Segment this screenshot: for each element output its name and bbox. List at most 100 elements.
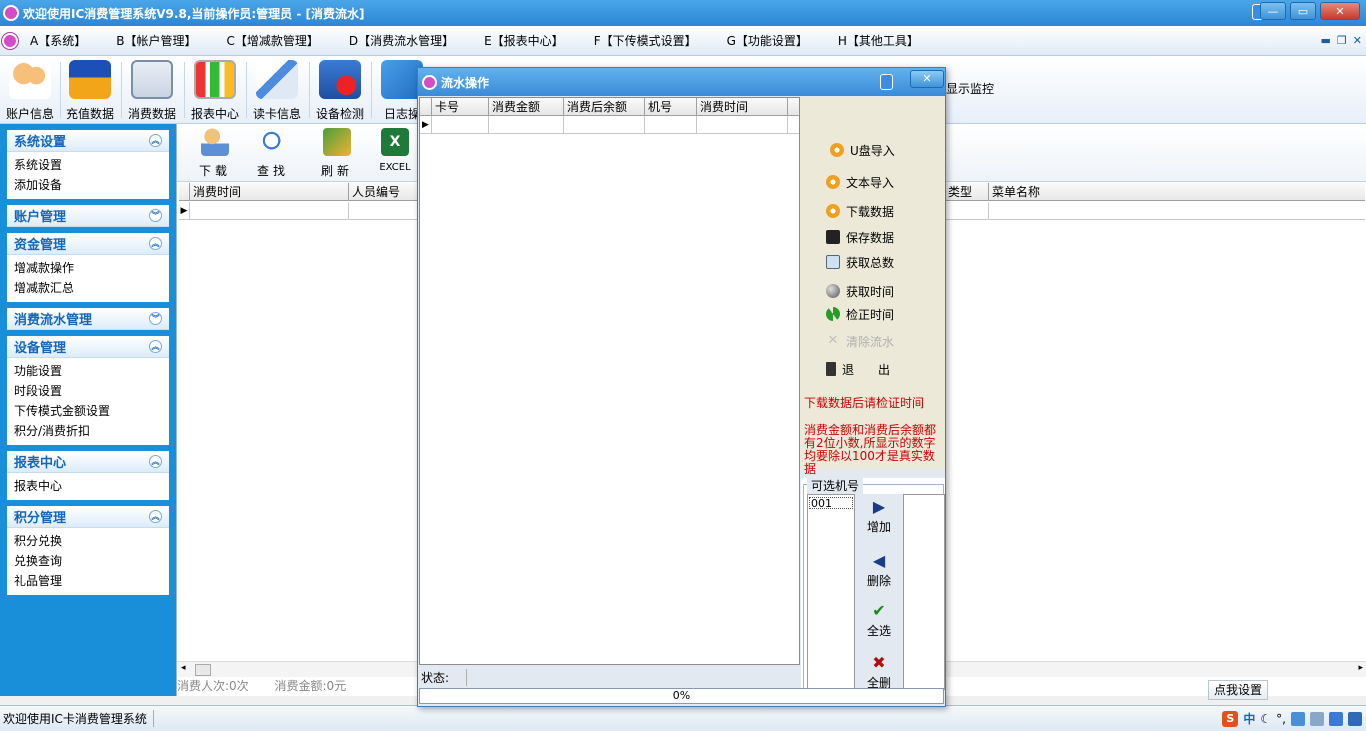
- sidebar-group-header[interactable]: 系统设置 ︽: [7, 130, 169, 152]
- toolbar-consumption[interactable]: 消费数据: [122, 58, 182, 122]
- sidebar-item-points-discount[interactable]: 积分/消费折扣: [14, 421, 162, 441]
- usb-import-button[interactable]: U盘导入: [830, 141, 895, 159]
- menu-reports[interactable]: E【报表中心】: [484, 32, 564, 49]
- chevron-up-icon[interactable]: ︽: [149, 340, 162, 353]
- available-machine-list[interactable]: 001: [807, 494, 855, 690]
- calibrate-time-button[interactable]: 检正时间: [826, 305, 894, 323]
- sidebar-group-header[interactable]: 资金管理 ︽: [7, 233, 169, 255]
- chevron-up-icon[interactable]: ︽: [149, 237, 162, 250]
- refresh-button[interactable]: 刷新: [309, 128, 365, 180]
- main-grid-header: 消费时间 人员编号: [179, 183, 419, 201]
- exit-button[interactable]: 退 出: [826, 360, 890, 378]
- sidebar-group-account: 账户管理 ︾: [7, 205, 169, 227]
- ime-toolbar: S 中 ☾ °,: [1222, 710, 1362, 727]
- sidebar-item-fund-summary[interactable]: 增减款汇总: [14, 278, 162, 298]
- sidebar-item-function-settings[interactable]: 功能设置: [14, 361, 162, 381]
- arrow-right-icon: ▶: [872, 497, 886, 516]
- scroll-left-icon[interactable]: ◂: [181, 663, 186, 673]
- mdi-close-button[interactable]: ✕: [1353, 34, 1362, 47]
- sidebar-item-fund-operation[interactable]: 增减款操作: [14, 258, 162, 278]
- get-time-button[interactable]: 获取时间: [826, 282, 894, 300]
- skin-icon[interactable]: [880, 74, 893, 90]
- sidebar-group-header[interactable]: 积分管理 ︽: [7, 506, 169, 528]
- sidebar-item-time-settings[interactable]: 时段设置: [14, 381, 162, 401]
- close-button[interactable]: ✕: [1320, 2, 1360, 20]
- sidebar-item-gift-management[interactable]: 礼品管理: [14, 571, 162, 591]
- refresh-icon: [323, 128, 351, 156]
- wrench-icon[interactable]: [1348, 711, 1362, 726]
- sidebar-group-header[interactable]: 账户管理 ︾: [7, 205, 169, 227]
- column-person-id[interactable]: 人员编号: [349, 183, 419, 200]
- toolbar-device-check[interactable]: 设备检测: [310, 58, 370, 122]
- sidebar-item-exchange-query[interactable]: 兑换查询: [14, 551, 162, 571]
- download-button[interactable]: 下载: [187, 128, 243, 180]
- sidebar-item-points-exchange[interactable]: 积分兑换: [14, 531, 162, 551]
- text-import-button[interactable]: 文本导入: [826, 173, 894, 191]
- selected-machine-list[interactable]: [903, 494, 945, 690]
- status-text: 欢迎使用IC卡消费管理系统: [0, 710, 154, 727]
- menu-other-tools[interactable]: H【其他工具】: [838, 32, 919, 49]
- excel-button[interactable]: X EXCEL: [367, 128, 423, 180]
- column-time[interactable]: 消费时间: [697, 98, 788, 115]
- get-total-button[interactable]: 获取总数: [826, 253, 894, 271]
- sidebar-item-report-center[interactable]: 报表中心: [14, 476, 162, 496]
- mdi-minimize-button[interactable]: ▬: [1321, 34, 1331, 47]
- chevron-up-icon[interactable]: ︽: [149, 134, 162, 147]
- usb-icon: [830, 143, 844, 157]
- minimize-button[interactable]: —: [1260, 2, 1286, 20]
- select-all-button[interactable]: ✔ 全选: [855, 602, 903, 639]
- column-amount[interactable]: 消费金额: [489, 98, 564, 115]
- column-balance[interactable]: 消费后余额: [564, 98, 645, 115]
- save-data-button[interactable]: 保存数据: [826, 228, 894, 246]
- column-card-no[interactable]: 卡号: [432, 98, 489, 115]
- toolbar-report-center[interactable]: 报表中心: [185, 58, 245, 122]
- chevron-up-icon[interactable]: ︽: [149, 510, 162, 523]
- user-icon[interactable]: [1310, 711, 1324, 726]
- menu-app-icon[interactable]: [2, 32, 18, 49]
- clear-records-button[interactable]: ✕ 清除流水: [826, 332, 894, 350]
- mdi-restore-button[interactable]: ❐: [1337, 34, 1347, 47]
- chevron-down-icon[interactable]: ︾: [149, 312, 162, 325]
- column-machine-no[interactable]: 机号: [645, 98, 697, 115]
- column-type[interactable]: 类型: [945, 183, 989, 200]
- remove-machine-button[interactable]: ◀ 删除: [855, 552, 903, 589]
- scroll-right-icon[interactable]: ▸: [1358, 663, 1363, 673]
- toolbar-account-info[interactable]: 账户信息: [0, 58, 60, 122]
- toolbar-monitor-label[interactable]: 显示监控: [946, 80, 994, 97]
- scroll-thumb[interactable]: [195, 664, 211, 676]
- table-row[interactable]: ▶: [179, 202, 419, 220]
- search-button[interactable]: 查找: [245, 128, 301, 180]
- skin-icon[interactable]: [1329, 711, 1343, 726]
- menu-function-settings[interactable]: G【功能设置】: [727, 32, 808, 49]
- moon-icon[interactable]: ☾: [1260, 712, 1271, 726]
- list-item[interactable]: 001: [809, 497, 853, 509]
- settings-button[interactable]: 点我设置: [1208, 680, 1268, 700]
- column-menu-name[interactable]: 菜单名称: [989, 183, 1365, 200]
- add-machine-button[interactable]: ▶ 增加: [855, 498, 903, 535]
- sogou-icon[interactable]: S: [1222, 710, 1239, 727]
- chevron-down-icon[interactable]: ︾: [149, 209, 162, 222]
- ime-language[interactable]: 中: [1243, 710, 1255, 727]
- toolbar-read-card[interactable]: 读卡信息: [247, 58, 307, 122]
- keyboard-icon[interactable]: [1291, 711, 1305, 726]
- menu-funds[interactable]: C【增减款管理】: [226, 32, 318, 49]
- sidebar-item-download-mode-amount[interactable]: 下传模式金额设置: [14, 401, 162, 421]
- sidebar-item-system-settings[interactable]: 系统设置: [14, 155, 162, 175]
- sidebar-group-header[interactable]: 设备管理 ︽: [7, 336, 169, 358]
- punctuation-icon[interactable]: °,: [1276, 712, 1286, 726]
- maximize-button[interactable]: ▭: [1290, 2, 1316, 20]
- menu-account[interactable]: B【帐户管理】: [116, 32, 196, 49]
- sidebar-group-header[interactable]: 消费流水管理 ︾: [7, 308, 169, 330]
- column-consume-time[interactable]: 消费时间: [190, 183, 349, 200]
- menu-download-mode[interactable]: F【下传模式设置】: [594, 32, 697, 49]
- sidebar-item-add-device[interactable]: 添加设备: [14, 175, 162, 195]
- menu-system[interactable]: A【系统】: [30, 32, 86, 49]
- dialog-close-button[interactable]: ✕: [910, 70, 944, 88]
- table-row[interactable]: ▶: [420, 116, 799, 134]
- chevron-up-icon[interactable]: ︽: [149, 455, 162, 468]
- table-row[interactable]: [945, 202, 1365, 220]
- menu-transactions[interactable]: D【消费流水管理】: [349, 32, 454, 49]
- toolbar-recharge[interactable]: 充值数据: [60, 58, 120, 122]
- download-data-button[interactable]: 下载数据: [826, 202, 894, 220]
- sidebar-group-header[interactable]: 报表中心 ︽: [7, 451, 169, 473]
